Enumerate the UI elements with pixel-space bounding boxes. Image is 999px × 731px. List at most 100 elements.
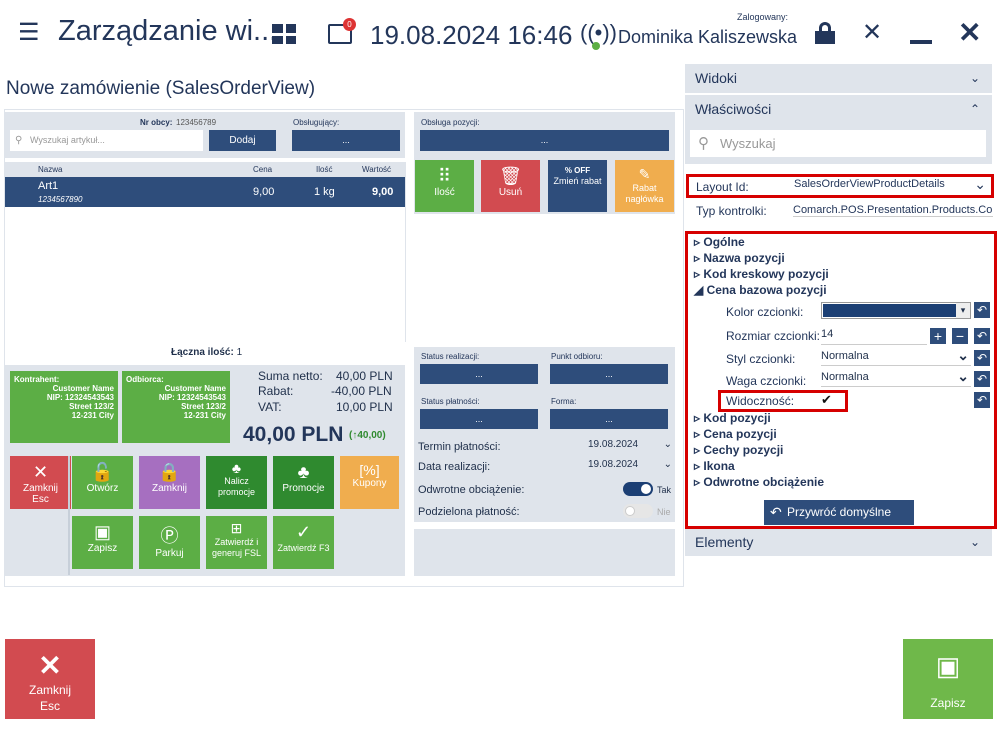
header: ☰ Zarządzanie wi... 0 19.08.2024 16:46 (… — [0, 0, 999, 64]
promotions-tile[interactable]: ♣ Promocje — [273, 456, 334, 509]
approve-f3-tile[interactable]: ✓ Zatwierdź F3 — [273, 516, 334, 569]
position-handling-select[interactable]: ... — [420, 130, 669, 151]
table-row[interactable]: Art1 1234567890 9,00 1 kg 9,00 — [5, 177, 405, 207]
hamburger-menu-icon[interactable]: ☰ — [18, 18, 40, 47]
save-tile[interactable]: ▣ Zapisz — [72, 516, 133, 569]
add-button[interactable]: Dodaj — [209, 130, 276, 151]
footer-save-button[interactable]: ▣ Zapisz — [903, 639, 993, 719]
font-color-select[interactable]: ▾ — [821, 302, 971, 319]
parking-icon: Ⓟ — [160, 526, 179, 546]
realization-status-select[interactable]: ... — [420, 364, 538, 384]
font-size-input[interactable]: 14 — [821, 328, 927, 345]
tree-item-position-price[interactable]: ▹ Cena pozycji — [694, 427, 777, 441]
reset-font-style-icon[interactable]: ↶ — [974, 350, 990, 366]
clover-icon: ♣ — [297, 462, 310, 482]
close-icon[interactable]: ✕ — [958, 16, 981, 49]
recipient-card[interactable]: Odbiorca: Customer Name NIP: 12324543543… — [122, 371, 230, 443]
col-price: Cena — [253, 165, 273, 174]
elements-section[interactable]: Elementy ⌄ — [685, 529, 992, 556]
foreign-no-value: 123456789 — [176, 118, 217, 127]
tree-item-icon[interactable]: ▹ Ikona — [694, 459, 735, 473]
logged-label: Zalogowany: — [737, 12, 789, 22]
open-tile[interactable]: 🔓 Otwórz — [72, 456, 133, 509]
expand-icon: ▹ — [694, 267, 704, 281]
views-section[interactable]: Widoki ⌄ — [685, 64, 992, 93]
control-type-value: Comarch.POS.Presentation.Products.Co — [793, 204, 993, 217]
quantity-tile[interactable]: ⠿ Ilość — [415, 160, 474, 212]
properties-search-placeholder: Wyszukaj — [720, 136, 776, 151]
reset-font-size-icon[interactable]: ↶ — [974, 328, 990, 344]
tree-item-reverse-charge[interactable]: ▹ Odwrotne obciążenie — [694, 475, 824, 489]
change-discount-tile[interactable]: % OFF Zmień rabat — [548, 160, 607, 212]
park-tile[interactable]: Ⓟ Parkuj — [139, 516, 200, 569]
tools-icon[interactable]: ✕ — [862, 18, 882, 47]
form-label: Forma: — [551, 397, 577, 406]
increase-font-size-icon[interactable]: + — [930, 328, 946, 344]
trash-icon: 🗑 — [499, 166, 522, 186]
items-table-header — [5, 162, 405, 177]
x-icon: ✕ — [32, 462, 49, 482]
delete-tile[interactable]: 🗑 Usuń — [481, 160, 540, 212]
layout-id-select[interactable]: SalesOrderViewProductDetails ⌄ — [794, 176, 988, 194]
decrease-font-size-icon[interactable]: − — [952, 328, 968, 344]
chevron-up-icon: ⌃ — [969, 102, 980, 116]
font-style-select[interactable]: Normalna ⌄ — [821, 347, 971, 366]
visibility-label: Widoczność: — [726, 394, 795, 408]
reset-font-weight-icon[interactable]: ↶ — [974, 371, 990, 387]
grid-view-icon[interactable] — [272, 24, 296, 44]
clover-icon: ♣ — [231, 460, 242, 476]
layout-id-label: Layout Id: — [696, 180, 749, 194]
floppy-icon: ▣ — [935, 651, 961, 681]
payment-term-select[interactable]: 19.08.2024 ⌄ — [588, 439, 674, 455]
contractor-card[interactable]: Kontrahent: Customer Name NIP: 123245435… — [10, 371, 118, 443]
realization-date-select[interactable]: 19.08.2024 ⌄ — [588, 459, 674, 475]
form-select[interactable]: ... — [550, 409, 668, 429]
chevron-down-icon: ▾ — [956, 303, 970, 318]
properties-section[interactable]: Właściwości ⌃ — [685, 95, 992, 124]
connection-status-dot — [592, 42, 600, 50]
footer-close-button[interactable]: ✕ Zamknij Esc — [5, 639, 95, 719]
lock-icon[interactable] — [815, 22, 835, 44]
visibility-checkbox[interactable]: ✔ — [821, 392, 832, 408]
total-value: 40,00 PLN — [243, 423, 344, 446]
foreign-no-label: Nr obcy: — [140, 118, 173, 127]
row-price: 9,00 — [253, 186, 275, 198]
reset-font-color-icon[interactable]: ↶ — [974, 302, 990, 318]
reverse-charge-label: Odwrotne obciążenie: — [418, 484, 525, 496]
payment-status-select[interactable]: ... — [420, 409, 538, 429]
search-icon: ⚲ — [698, 135, 709, 152]
approve-fsl-tile[interactable]: ⊞ Zatwierdź i generuj FSL — [206, 516, 267, 569]
reverse-charge-toggle[interactable] — [623, 482, 653, 496]
coupons-tile[interactable]: [%] Kupony — [340, 456, 399, 509]
check-icon: ✓ — [295, 522, 312, 542]
tree-item-position-code[interactable]: ▹ Kod pozycji — [694, 411, 771, 425]
expand-icon: ▹ — [694, 235, 704, 249]
app-title: Zarządzanie wi... — [58, 15, 278, 47]
tree-item-base-price[interactable]: ◢ Cena bazowa pozycji — [694, 283, 827, 297]
percent-off-icon: % OFF — [564, 166, 591, 175]
font-style-label: Styl czcionki: — [726, 352, 796, 366]
served-select[interactable]: ... — [292, 130, 400, 151]
chevron-down-icon: ⌄ — [957, 347, 969, 363]
col-qty: Ilość — [316, 165, 333, 174]
tree-item-barcode[interactable]: ▹ Kod kreskowy pozycji — [694, 267, 829, 281]
notification-badge: 0 — [343, 18, 356, 31]
minimize-icon[interactable] — [910, 40, 932, 44]
header-discount-tile[interactable]: ✎ Rabat nagłówka — [615, 160, 674, 212]
restore-defaults-button[interactable]: ↶ Przywróć domyślne — [764, 500, 914, 525]
properties-search-input[interactable]: ⚲ Wyszukaj — [690, 130, 986, 157]
split-payment-toggle[interactable] — [623, 504, 653, 518]
close-tile[interactable]: 🔒 Zamknij — [139, 456, 200, 509]
pickup-point-select[interactable]: ... — [550, 364, 668, 384]
expand-icon: ▹ — [694, 411, 704, 425]
font-color-label: Kolor czcionki: — [726, 305, 804, 319]
close-esc-tile[interactable]: ✕ Zamknij Esc — [10, 456, 71, 509]
apply-promotions-tile[interactable]: ♣ Nalicz promocje — [206, 456, 267, 509]
tree-item-position-name[interactable]: ▹ Nazwa pozycji — [694, 251, 785, 265]
tree-item-general[interactable]: ▹ Ogólne — [694, 235, 745, 249]
font-weight-select[interactable]: Normalna ⌄ — [821, 368, 971, 387]
tree-item-position-features[interactable]: ▹ Cechy pozycji — [694, 443, 783, 457]
article-search-input[interactable]: ⚲ Wyszukaj artykuł... — [10, 130, 203, 151]
reset-visibility-icon[interactable]: ↶ — [974, 392, 990, 408]
chevron-down-icon: ⌄ — [969, 535, 980, 549]
